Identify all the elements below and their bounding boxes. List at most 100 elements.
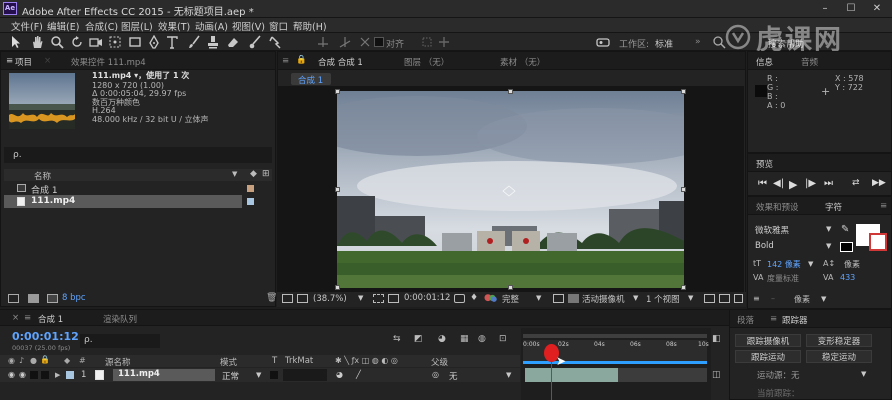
stroke-color-swatch[interactable] (869, 233, 887, 251)
warp-stabilizer-button[interactable]: 变形稳定器 (806, 334, 872, 347)
snap-checkbox[interactable] (374, 37, 384, 47)
tab-composition[interactable]: 合成 合成 1 (318, 56, 363, 68)
close-button[interactable]: ✕ (867, 2, 887, 16)
snapshot-icon[interactable] (454, 294, 465, 303)
tab-preview[interactable]: 预览 (756, 158, 773, 170)
expand-arrow-icon[interactable]: ▶ (55, 371, 60, 379)
chevron-down-icon[interactable]: ▼ (536, 294, 541, 302)
black-swatch[interactable] (840, 242, 853, 252)
close-icon[interactable]: × (12, 313, 19, 323)
maximize-button[interactable]: ☐ (841, 2, 861, 16)
chevron-down-icon[interactable]: ▼ (358, 294, 363, 302)
zoom-dropdown[interactable]: (38.7%) (313, 294, 347, 304)
column-parent[interactable]: 父级 (431, 356, 448, 368)
toggle-pixel-aspect-icon[interactable] (704, 294, 715, 303)
timeline-icon[interactable] (734, 294, 743, 303)
menu-comp[interactable]: 合成(C) (85, 19, 118, 33)
transparency-grid-icon[interactable] (568, 294, 579, 303)
frame-blending-icon[interactable]: ▦ (460, 334, 469, 344)
chevron-down-icon[interactable]: ▼ (826, 225, 831, 233)
snap-feature-icon[interactable] (437, 35, 451, 49)
rectangle-tool-icon[interactable] (128, 35, 142, 49)
menu-icon[interactable]: ≡ (770, 314, 777, 324)
last-frame-icon[interactable]: ⏭ (824, 178, 833, 189)
layer-label-swatch[interactable] (66, 371, 74, 379)
stroke-unit[interactable]: 像素 (794, 294, 810, 305)
tab-render-queue[interactable]: 渲染队列 (103, 313, 137, 325)
view-axis-icon[interactable] (358, 35, 372, 49)
type-column-icon[interactable]: ⊞ (262, 169, 274, 181)
stabilize-motion-button[interactable]: 稳定运动 (806, 350, 872, 363)
fast-preview-icon[interactable] (719, 294, 730, 303)
layer-duration-bar[interactable] (525, 368, 618, 382)
new-comp-icon[interactable] (47, 294, 58, 303)
workspace-menu-icon[interactable]: » (695, 37, 701, 47)
label-swatch[interactable] (247, 185, 254, 192)
draft-3d-icon[interactable]: ◩ (414, 334, 423, 344)
tab-effect-controls[interactable]: 效果控件 111.mp4 (71, 56, 146, 68)
brush-tool-icon[interactable] (187, 35, 201, 49)
grid-icon[interactable] (388, 294, 399, 303)
project-item-footage[interactable]: 111.mp4 (4, 195, 242, 208)
tab-tracker[interactable]: 跟踪器 (782, 314, 808, 326)
rotate-tool-icon[interactable] (70, 35, 84, 49)
clone-stamp-tool-icon[interactable] (206, 35, 220, 49)
tab-info[interactable]: 信息 (756, 56, 773, 68)
font-style-dropdown[interactable]: Bold (755, 241, 774, 251)
chevron-down-icon[interactable]: ▼ (808, 260, 813, 268)
workspace-dropdown[interactable]: 标准 (655, 37, 673, 50)
panel-close-icon[interactable]: × (44, 56, 51, 66)
chevron-down-icon[interactable]: ▼ (826, 242, 831, 250)
transform-handle[interactable] (335, 187, 340, 192)
chevron-down-icon[interactable]: ▼ (821, 295, 826, 303)
views-dropdown[interactable]: 1 个视图 (646, 293, 680, 305)
solo-toggle[interactable] (30, 371, 38, 379)
tab-audio[interactable]: 音频 (801, 56, 818, 68)
lock-toggle[interactable] (41, 371, 49, 379)
column-source-name[interactable]: 源名称 (105, 356, 131, 368)
transform-handle[interactable] (681, 285, 686, 290)
shy-layers-icon[interactable]: ◕ (438, 334, 446, 344)
font-size-value[interactable]: 142 像素 (767, 259, 801, 270)
roto-brush-tool-icon[interactable] (248, 35, 262, 49)
pan-behind-tool-icon[interactable] (108, 35, 122, 49)
chevron-down-icon[interactable]: ▼ (633, 294, 638, 302)
sort-icon[interactable]: ▼ (232, 170, 237, 178)
quality-dropdown[interactable]: 完整 (502, 293, 519, 305)
menu-help[interactable]: 帮助(H) (293, 19, 327, 33)
type-tool-icon[interactable] (165, 35, 179, 49)
pen-tool-icon[interactable] (147, 34, 161, 49)
column-t[interactable]: T (272, 356, 277, 366)
tab-project[interactable]: 项目 (15, 56, 32, 68)
chevron-down-icon[interactable]: ▼ (861, 370, 866, 378)
current-time-display[interactable]: 0:00:01:12 (12, 330, 79, 343)
menu-window[interactable]: 窗口 (269, 19, 288, 33)
camera-dropdown[interactable]: 活动摄像机 (582, 293, 625, 305)
comp-breadcrumb[interactable]: 合成 1 (291, 73, 331, 86)
menu-icon[interactable]: ≡ (24, 313, 31, 323)
hand-tool-icon[interactable] (30, 35, 44, 49)
label-column-icon[interactable]: ◆ (250, 169, 257, 179)
menu-effect[interactable]: 效果(T) (158, 19, 190, 33)
menu-edit[interactable]: 编辑(E) (47, 19, 79, 33)
local-axis-icon[interactable] (316, 35, 330, 49)
transform-handle[interactable] (335, 89, 340, 94)
comp-frame-image[interactable] (337, 91, 684, 288)
tab-footage[interactable]: 素材 （无） (500, 56, 545, 68)
region-of-interest-icon[interactable] (553, 294, 564, 303)
project-item-comp[interactable]: 合成 1 (4, 182, 272, 196)
transform-handle[interactable] (508, 89, 513, 94)
audio-toggle-icon[interactable]: ◉ (19, 370, 26, 379)
quality-switch-icon[interactable]: ╱ (356, 370, 361, 379)
preserve-transparency-toggle[interactable] (270, 371, 278, 379)
graph-editor-icon[interactable]: ⊡ (499, 334, 507, 344)
font-family-dropdown[interactable]: 微软雅黑 (755, 224, 789, 236)
menu-icon[interactable]: ≡ (6, 56, 13, 66)
panel-menu-icon[interactable]: ≡ (880, 201, 887, 211)
comp-button-icon[interactable]: ◧ (712, 334, 721, 344)
tracking-value[interactable]: 433 (840, 273, 855, 282)
trkmat-dropdown[interactable] (283, 369, 327, 381)
selection-tool-icon[interactable] (9, 35, 23, 49)
puppet-pin-tool-icon[interactable] (268, 35, 282, 49)
label-swatch[interactable] (247, 198, 254, 205)
